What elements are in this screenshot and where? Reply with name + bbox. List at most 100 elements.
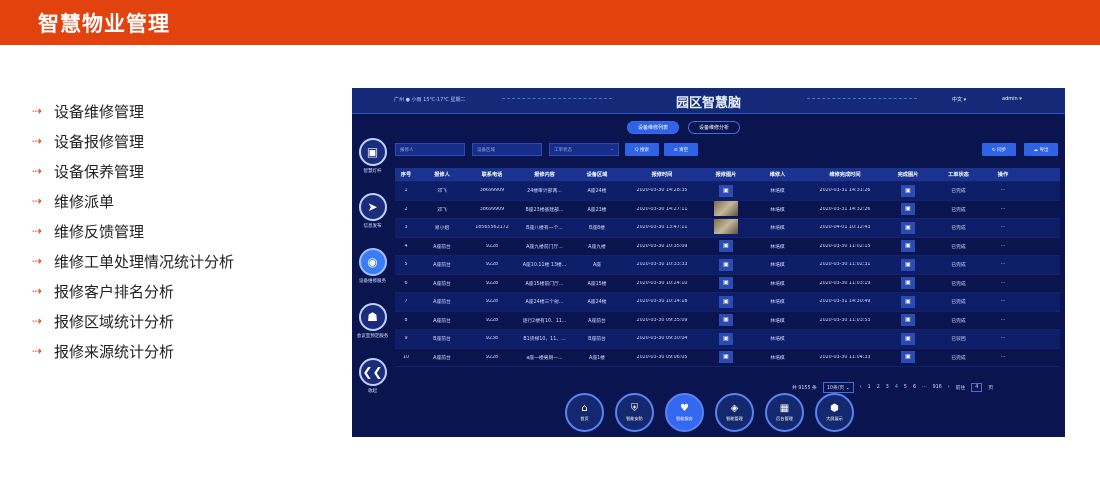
bottom-nav-item[interactable]: ⛨ 智能安防 [615, 393, 654, 432]
table-cell: A座前台 [433, 263, 451, 269]
side-nav-item[interactable]: ◉ 设备维修服务 [356, 248, 389, 303]
image-icon[interactable]: ▣ [901, 277, 915, 290]
table-cell[interactable]: ··· [1001, 244, 1006, 249]
table-cell: 9228 [485, 354, 499, 360]
arrow-right-icon: ⇢ [32, 104, 43, 118]
table-cell: 24楼审计部两... [527, 189, 562, 195]
image-icon[interactable]: ▣ [901, 351, 915, 364]
image-icon[interactable]: ▣ [901, 258, 915, 271]
image-icon[interactable]: ▣ [901, 314, 915, 327]
side-nav-item[interactable]: ▣ 智慧灯杆 [356, 138, 389, 193]
search-button[interactable]: Q 搜索 [625, 143, 659, 156]
table-cell-wrap: 林培棋 [750, 243, 805, 250]
table-cell: 2020-03-30 11:03:19 [819, 280, 871, 286]
language-select[interactable]: 中文 ▾ [952, 96, 966, 103]
page-number[interactable]: 916 [933, 385, 942, 390]
table-cell[interactable]: ··· [1001, 281, 1006, 286]
arrow-right-icon: ⇢ [32, 284, 43, 298]
image-icon[interactable]: ▣ [901, 332, 915, 345]
page-number[interactable]: 3 [886, 385, 889, 390]
image-icon[interactable]: ▣ [719, 295, 733, 308]
table-cell[interactable]: ··· [1001, 336, 1006, 341]
prev-page-button[interactable]: ‹ [860, 385, 862, 390]
image-icon[interactable]: ▣ [901, 203, 915, 216]
user-menu[interactable]: admin ▾ [1002, 96, 1022, 102]
table-cell[interactable]: ··· [1001, 207, 1006, 212]
table-cell-wrap: ▣ [885, 203, 931, 216]
table-cell: A座九楼 [588, 244, 606, 250]
table-cell[interactable]: ··· [1001, 318, 1006, 323]
table-cell-wrap: B1货梯10、11、... [517, 335, 572, 342]
table-row[interactable]: 5 A座前台 9228 A座10.11楼 13楼... A座 2020-03-30 10:… [395, 256, 1060, 275]
tab-repair-analysis[interactable]: 设备维修分析 [688, 121, 741, 134]
table-cell: 2020-03-30 11:04:33 [819, 354, 871, 360]
table-row[interactable]: 9 B座前台 9238 B1货梯10、11、... B座前台 2020-03-30 09:… [395, 330, 1060, 349]
goto-input[interactable]: 4 [971, 383, 983, 392]
side-nav-item[interactable]: ❮❮ 收起 [356, 358, 389, 413]
table-cell[interactable]: ··· [1001, 188, 1006, 193]
image-icon[interactable]: ▣ [901, 184, 915, 197]
tab-repair-list[interactable]: 设备维修列表 [627, 121, 680, 134]
page-number[interactable]: 6 [913, 385, 916, 390]
table-cell: 邓飞 [437, 207, 447, 213]
sync-button[interactable]: ↻ 同步 [982, 143, 1016, 156]
feature-label: 设备报修管理 [54, 132, 145, 151]
status-select[interactable]: 工单状态 ⌄ [549, 143, 619, 156]
page-number[interactable]: 2 [877, 385, 880, 390]
app-header: 广州 ● 小雨 15℃-17℃ 星期二 园区智慧脑 中文 ▾ admin ▾ [352, 88, 1065, 114]
image-icon[interactable]: ▣ [719, 332, 733, 345]
clear-button[interactable]: ⊘ 清空 [664, 143, 698, 156]
table-cell-wrap [702, 200, 750, 218]
table-cell-wrap: A座10.11楼 13楼... [517, 261, 572, 268]
image-icon[interactable]: ▣ [719, 277, 733, 290]
image-icon[interactable]: ▣ [719, 351, 733, 364]
table-row[interactable]: 6 A座前台 9228 A座15楼前门厅... A座15楼 2020-03-30 10:2… [395, 275, 1060, 293]
table-cell: 已完成 [951, 355, 966, 361]
table-cell-wrap: 已完成 [931, 261, 986, 268]
bottom-nav-item[interactable]: ♥ 智能服务 [665, 393, 704, 432]
table-cell[interactable]: ··· [1001, 262, 1006, 267]
bottom-nav-item[interactable]: ▦ 后台管理 [765, 393, 804, 432]
bottom-nav-item[interactable]: ⬢ 大屏展示 [815, 393, 854, 432]
table-cell: 林培棋 [770, 263, 785, 269]
reporter-input[interactable]: 报修人 [395, 143, 465, 156]
image-icon[interactable]: ▣ [719, 258, 733, 271]
table-cell-wrap: 9228 [467, 355, 517, 360]
filter-bar: 报修人 设备区域 工单状态 ⌄ Q 搜索 ⊘ 清空 ↻ 同步 ☁ 导出 [395, 143, 1060, 157]
next-page-button[interactable]: › [948, 385, 950, 390]
table-row[interactable]: 2 邓飞 38699909 B座23楼基建部... A座23楼 2020-03-30 14… [395, 200, 1060, 219]
table-row[interactable]: 1 邓飞 38699909 24楼审计部两... A座24楼 2020-03-30 14:… [395, 182, 1060, 201]
table-cell[interactable]: ··· [1001, 299, 1006, 304]
image-icon[interactable]: ▣ [901, 221, 915, 234]
table-row[interactable]: 8 A座前台 9228 逐行2楼有10、11... A座前台 2020-03-30 09:… [395, 312, 1060, 330]
page-number[interactable]: 4 [895, 385, 898, 390]
table-cell[interactable]: ··· [1001, 225, 1006, 230]
bottom-nav-item[interactable]: ◈ 智能管理 [715, 393, 754, 432]
page-number[interactable]: ··· [922, 385, 927, 390]
image-icon[interactable]: ▣ [719, 314, 733, 327]
page-number[interactable]: 1 [868, 385, 871, 390]
table-row[interactable]: 7 A座前台 9228 A座24楼三个射... A座24楼 2020-03-30 10:1… [395, 293, 1060, 312]
repair-photo[interactable] [714, 200, 738, 216]
bottom-nav-item[interactable]: ⌂ 首页 [565, 393, 604, 432]
page-size-select[interactable]: 10条/页 ⌄ [822, 382, 854, 393]
table-row[interactable]: 10 A座前台 9228 a座一楼男厕一... A座1楼 2020-03-30 09:06… [395, 349, 1060, 367]
repair-photo[interactable] [714, 219, 738, 235]
area-input[interactable]: 设备区域 [472, 143, 542, 156]
export-button[interactable]: ☁ 导出 [1024, 143, 1058, 156]
page-number[interactable]: 5 [904, 385, 907, 390]
table-cell-wrap: 4 [395, 244, 417, 249]
image-icon[interactable]: ▣ [719, 240, 733, 253]
side-nav-item[interactable]: ☗ 会议室预定服务 [356, 303, 389, 358]
table-cell: A座10.11楼 13楼... [522, 263, 567, 269]
image-icon[interactable]: ▣ [901, 240, 915, 253]
image-icon[interactable]: ▣ [901, 295, 915, 308]
table-row[interactable]: 3 易小姐 18565562172 B座八楼有一个... B座8楼 2020-03-30 … [395, 219, 1060, 238]
table-cell[interactable]: ··· [1001, 355, 1006, 360]
table-cell-wrap: 18565562172 [467, 225, 517, 230]
side-nav-item[interactable]: ➤ 信息发布 [356, 193, 389, 248]
table-cell: 林培棋 [770, 337, 785, 343]
image-icon[interactable]: ▣ [719, 184, 733, 197]
table-cell-wrap: ▣ [702, 240, 750, 253]
table-row[interactable]: 4 A座前台 9228 A座九楼前门厅... A座九楼 2020-03-30 10:35:… [395, 238, 1060, 256]
